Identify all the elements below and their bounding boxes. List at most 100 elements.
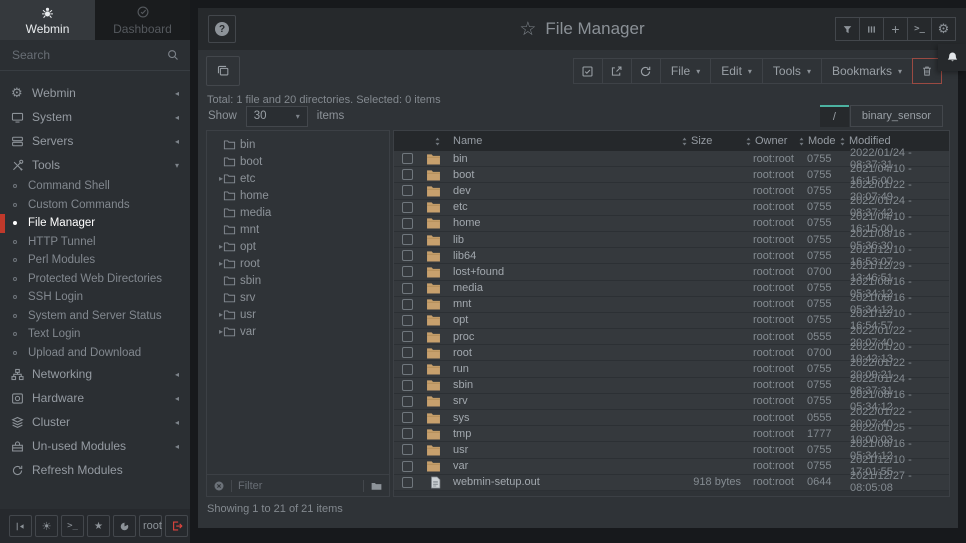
row-checkbox[interactable]: [402, 250, 413, 261]
tree-folder-item-boot[interactable]: boot: [207, 153, 389, 170]
header-owner[interactable]: Owner: [745, 135, 798, 147]
caret-right-icon: ▸: [207, 259, 220, 268]
sidebar-category-system[interactable]: System ◂: [0, 105, 190, 129]
tree-folder-item-root[interactable]: ▸ root: [207, 255, 389, 272]
sidebar-category-label: Networking: [32, 367, 92, 381]
user-button[interactable]: root: [139, 515, 162, 537]
logout-button[interactable]: [165, 515, 188, 537]
tree-filter-input[interactable]: [238, 480, 357, 492]
sidebar-category-hardware[interactable]: Hardware ◂: [0, 386, 190, 410]
sidebar-item-command-shell[interactable]: Command Shell: [0, 177, 190, 196]
sidebar-item-perl-modules[interactable]: Perl Modules: [0, 251, 190, 270]
header-name[interactable]: Name: [450, 135, 681, 147]
row-checkbox[interactable]: [402, 266, 413, 277]
row-checkbox[interactable]: [402, 461, 413, 472]
tree-folder-item-mnt[interactable]: mnt: [207, 221, 389, 238]
sidebar-item-custom-commands[interactable]: Custom Commands: [0, 196, 190, 215]
sidebar-category-networking[interactable]: Networking ◂: [0, 362, 190, 386]
sidebar-tabs: Webmin Dashboard: [0, 0, 190, 40]
sidebar-item-system-and-server-status[interactable]: System and Server Status: [0, 307, 190, 326]
sidebar-category-webmin[interactable]: ⚙ Webmin ◂: [0, 81, 190, 105]
edit-menu[interactable]: Edit▾: [710, 58, 763, 84]
tab-webmin[interactable]: Webmin: [0, 0, 95, 40]
favorite-star-icon[interactable]: ☆: [519, 18, 536, 40]
row-checkbox[interactable]: [402, 380, 413, 391]
tree-folder-item-etc[interactable]: ▸ etc: [207, 170, 389, 187]
tree-folder-button[interactable]: [370, 480, 383, 492]
terminal-icon: >_: [67, 521, 78, 531]
file-menu[interactable]: File▾: [660, 58, 711, 84]
sidebar-category-un-used-modules[interactable]: Un-used Modules ◂: [0, 434, 190, 458]
paste-buffer-button[interactable]: [206, 56, 240, 86]
tree-folder-item-media[interactable]: media: [207, 204, 389, 221]
shell-button[interactable]: >_: [907, 17, 932, 41]
favorites-button[interactable]: ★: [87, 515, 110, 537]
row-checkbox[interactable]: [402, 396, 413, 407]
sidebar-item-text-login[interactable]: Text Login: [0, 325, 190, 344]
sidebar-category-cluster[interactable]: Cluster ◂: [0, 410, 190, 434]
header-mode[interactable]: Mode: [798, 135, 839, 147]
terminal-button[interactable]: >_: [61, 515, 84, 537]
collapse-sidebar-button[interactable]: [9, 515, 32, 537]
row-checkbox[interactable]: [402, 283, 413, 294]
caret-down-icon: ▾: [696, 67, 700, 76]
tree-folder-item-var[interactable]: ▸ var: [207, 323, 389, 340]
plus-icon: +: [891, 21, 899, 37]
clear-filter-button[interactable]: [213, 480, 225, 492]
row-checkbox[interactable]: [402, 412, 413, 423]
tree-folder-item-home[interactable]: home: [207, 187, 389, 204]
row-checkbox[interactable]: [402, 444, 413, 455]
breadcrumb-root[interactable]: /: [820, 105, 849, 127]
row-checkbox[interactable]: [402, 202, 413, 213]
sidebar-item-protected-web-directories[interactable]: Protected Web Directories: [0, 270, 190, 289]
file-name: dev: [450, 185, 681, 197]
file-icon: [430, 476, 441, 489]
sidebar-item-file-manager[interactable]: File Manager: [0, 214, 190, 233]
tree-folder-item-bin[interactable]: bin: [207, 136, 389, 153]
row-checkbox[interactable]: [402, 315, 413, 326]
filter-button[interactable]: [835, 17, 860, 41]
add-button[interactable]: +: [883, 17, 908, 41]
tree-folder-item-opt[interactable]: ▸ opt: [207, 238, 389, 255]
sidebar-item-upload-and-download[interactable]: Upload and Download: [0, 344, 190, 363]
row-checkbox[interactable]: [402, 218, 413, 229]
row-checkbox[interactable]: [402, 428, 413, 439]
table-row-webmin-setup.out[interactable]: webmin-setup.out 918 bytes root:root 064…: [394, 475, 949, 491]
tree-folder-item-sbin[interactable]: sbin: [207, 272, 389, 289]
sidebar-category-tools[interactable]: Tools ▾: [0, 153, 190, 177]
header-modified[interactable]: Modified: [839, 135, 949, 147]
bookmarks-menu[interactable]: Bookmarks▾: [821, 58, 913, 84]
settings-button[interactable]: ⚙: [931, 17, 956, 41]
row-checkbox[interactable]: [402, 331, 413, 342]
sidebar-item-http-tunnel[interactable]: HTTP Tunnel: [0, 233, 190, 252]
row-checkbox[interactable]: [402, 185, 413, 196]
row-checkbox[interactable]: [402, 234, 413, 245]
sidebar-category-refresh-modules[interactable]: Refresh Modules: [0, 458, 190, 482]
tools-menu[interactable]: Tools▾: [762, 58, 822, 84]
sort-icon: [745, 136, 752, 147]
row-checkbox[interactable]: [402, 477, 413, 488]
show-count-select[interactable]: 30 ▾: [246, 106, 308, 127]
select-button[interactable]: [573, 58, 603, 84]
row-checkbox[interactable]: [402, 299, 413, 310]
refresh-button[interactable]: [631, 58, 661, 84]
tab-dashboard[interactable]: Dashboard: [95, 0, 190, 40]
notifications-button[interactable]: [938, 44, 966, 71]
row-checkbox[interactable]: [402, 169, 413, 180]
sidebar-category-servers[interactable]: Servers ◂: [0, 129, 190, 153]
export-button[interactable]: [602, 58, 632, 84]
file-mode: 0755: [798, 153, 839, 165]
row-checkbox[interactable]: [402, 153, 413, 164]
language-button[interactable]: [113, 515, 136, 537]
row-checkbox[interactable]: [402, 347, 413, 358]
tree-folder-item-srv[interactable]: srv: [207, 289, 389, 306]
sidebar-item-ssh-login[interactable]: SSH Login: [0, 288, 190, 307]
breadcrumb-dir[interactable]: binary_sensor: [850, 105, 943, 127]
theme-button[interactable]: ☀: [35, 515, 58, 537]
tree-folder-item-usr[interactable]: ▸ usr: [207, 306, 389, 323]
header-size[interactable]: Size: [681, 135, 745, 147]
search-input[interactable]: [12, 48, 167, 62]
sort-name[interactable]: [420, 136, 450, 147]
columns-button[interactable]: [859, 17, 884, 41]
row-checkbox[interactable]: [402, 364, 413, 375]
